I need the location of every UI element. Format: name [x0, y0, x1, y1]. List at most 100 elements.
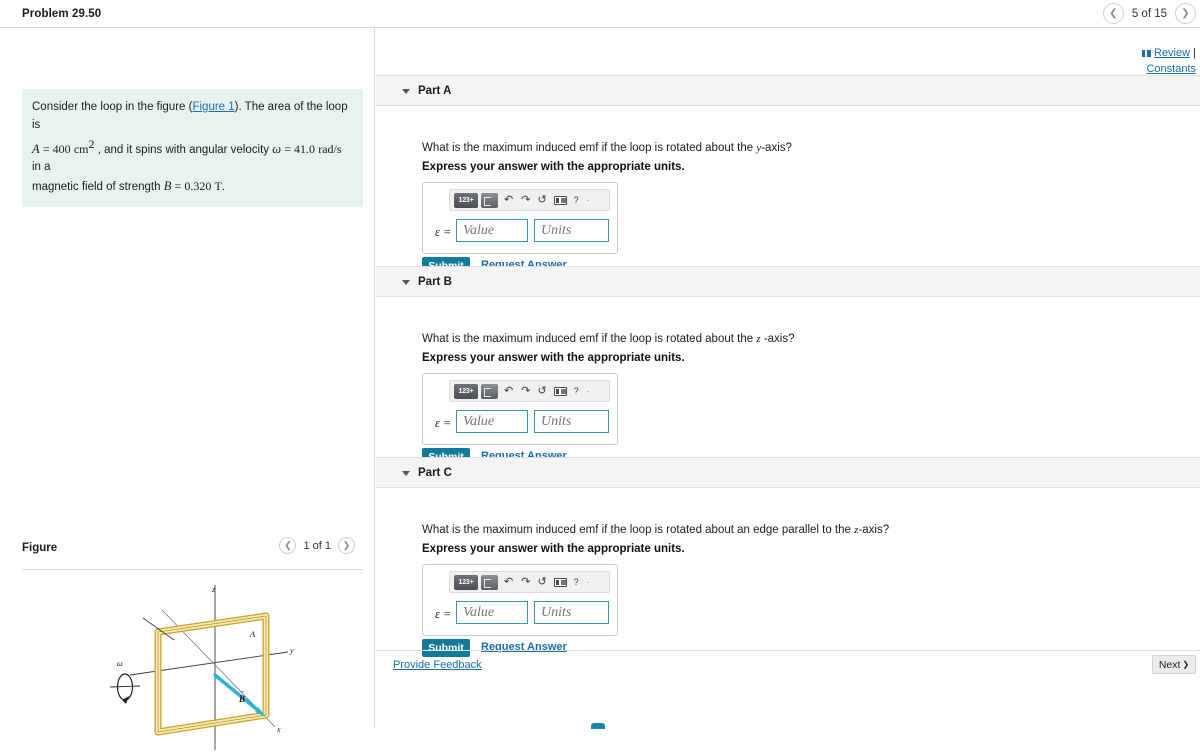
area-symbol: A [32, 141, 40, 156]
review-link[interactable]: Review [1154, 47, 1190, 59]
part-a-title: Part A [418, 85, 452, 97]
part-b-value-input[interactable] [456, 410, 528, 433]
part-c-math-toolbar: 123+ ↶ ↷ ↺ ? · [449, 571, 610, 593]
undo-icon[interactable]: ↶ [504, 576, 513, 588]
template-icon[interactable] [481, 383, 498, 399]
help-icon[interactable]: ? [574, 195, 579, 205]
part-b-answer-box: 123+ ↶ ↷ ↺ ? · ε = [422, 373, 618, 445]
redo-icon[interactable]: ↷ [521, 194, 530, 206]
review-constants-block: Review | Constants [1142, 46, 1196, 78]
prev-problem-button[interactable]: ❮ [1102, 3, 1124, 24]
undo-icon[interactable]: ↶ [504, 385, 513, 397]
part-b-instruction: Express your answer with the appropriate… [422, 352, 685, 364]
axis-label-x: x [276, 725, 281, 734]
b-equation: = 0.320 [174, 179, 212, 194]
bottom-indicator [591, 723, 605, 729]
more-options-icon[interactable]: · [587, 195, 590, 205]
help-icon[interactable]: ? [574, 577, 579, 587]
part-c-units-input[interactable] [534, 601, 609, 624]
axis-label-y: y [289, 646, 294, 655]
part-c-request-answer-link[interactable]: Request Answer [481, 641, 567, 653]
next-button-label: Next [1158, 658, 1181, 671]
b-unit: T [214, 179, 222, 194]
part-a-collapse-caret[interactable] [402, 89, 410, 94]
keyboard-icon[interactable] [553, 577, 567, 587]
part-c-epsilon-label: ε = [435, 607, 452, 621]
review-separator: | [1193, 47, 1196, 59]
omega-rotation-indicator [109, 673, 141, 704]
part-a-header[interactable]: Part A [376, 75, 1200, 106]
chevron-right-icon: ❯ [1182, 660, 1190, 669]
figure-prev-button[interactable]: ❮ [279, 537, 297, 554]
part-c-question-suffix: -axis? [858, 524, 890, 536]
part-c-collapse-caret[interactable] [402, 471, 410, 476]
more-options-icon[interactable]: · [587, 577, 590, 587]
part-a-question-suffix: -axis? [761, 142, 792, 154]
part-c-answer-box: 123+ ↶ ↷ ↺ ? · ε = [422, 564, 618, 636]
figure-next-button[interactable]: ❯ [338, 537, 355, 554]
problem-pager: ❮ 5 of 15 ❯ [1102, 3, 1196, 24]
template-icon[interactable] [481, 574, 498, 590]
provide-feedback-link[interactable]: Provide Feedback [393, 659, 482, 671]
redo-icon[interactable]: ↷ [521, 385, 530, 397]
page-title: Problem 29.50 [22, 8, 102, 20]
figure-counter: 1 of 1 [303, 539, 331, 552]
part-a-value-input[interactable] [456, 219, 528, 242]
reset-icon[interactable]: ↺ [537, 385, 546, 397]
part-c-instruction: Express your answer with the appropriate… [422, 543, 685, 555]
footer-divider [376, 650, 1200, 651]
numeric-keypad-icon[interactable]: 123+ [454, 192, 478, 208]
left-panel: Consider the loop in the figure (Figure … [0, 28, 375, 750]
figure-title: Figure [22, 542, 58, 554]
part-b-epsilon-label: ε = [435, 416, 452, 430]
in-a-text: in a [32, 161, 51, 174]
part-c-question: What is the maximum induced emf if the l… [422, 524, 889, 536]
b-vector-arrow-accent: → [238, 687, 245, 695]
next-button[interactable]: Next ❯ [1152, 655, 1196, 674]
part-c-submit-button[interactable]: Submit [422, 639, 470, 657]
b-symbol: B [163, 179, 172, 194]
top-bar: Problem 29.50 ❮ 5 of 15 ❯ [0, 0, 1200, 28]
numeric-keypad-icon[interactable]: 123+ [454, 383, 478, 399]
template-icon[interactable] [481, 192, 498, 208]
figure-divider [22, 569, 363, 570]
field-text: magnetic field of strength [32, 181, 161, 194]
loop-diagram-svg: z y x B → A ω [109, 585, 294, 750]
part-b-title: Part B [418, 276, 452, 288]
part-a-units-input[interactable] [534, 219, 609, 242]
part-b-units-input[interactable] [534, 410, 609, 433]
figure-image: z y x B → A ω [22, 580, 363, 756]
problem-statement: Consider the loop in the figure (Figure … [22, 89, 363, 207]
constants-link[interactable]: Constants [1146, 63, 1196, 75]
figure-pager: ❮ 1 of 1 ❯ [279, 537, 355, 554]
numeric-keypad-icon[interactable]: 123+ [454, 574, 478, 590]
part-b-question-axis: z [756, 333, 761, 345]
reset-icon[interactable]: ↺ [537, 194, 546, 206]
area-exponent: 2 [88, 136, 95, 151]
redo-icon[interactable]: ↷ [521, 576, 530, 588]
reset-icon[interactable]: ↺ [537, 576, 546, 588]
b-vector-label: B [238, 694, 245, 704]
part-a-epsilon-label: ε = [435, 225, 452, 239]
keyboard-icon[interactable] [553, 195, 567, 205]
part-a-question-prefix: What is the maximum induced emf if the l… [422, 142, 754, 154]
statement-period: . [221, 181, 226, 194]
undo-icon[interactable]: ↶ [504, 194, 513, 206]
problem-counter: 5 of 15 [1131, 7, 1167, 20]
keyboard-icon[interactable] [553, 386, 567, 396]
more-options-icon[interactable]: · [587, 386, 590, 396]
next-problem-button[interactable]: ❯ [1175, 3, 1196, 24]
part-a-math-toolbar: 123+ ↶ ↷ ↺ ? · [449, 189, 610, 211]
part-c-value-input[interactable] [456, 601, 528, 624]
area-equation: = 400 [42, 141, 71, 156]
part-a-question: What is the maximum induced emf if the l… [422, 142, 792, 154]
part-b-collapse-caret[interactable] [402, 280, 410, 285]
part-b-question-suffix: -axis? [763, 333, 795, 345]
part-c-header[interactable]: Part C [376, 457, 1200, 488]
figure-1-link[interactable]: Figure 1 [192, 101, 234, 113]
figure-header: Figure ❮ 1 of 1 ❯ [22, 537, 363, 570]
help-icon[interactable]: ? [574, 386, 579, 396]
omega-label: ω [117, 659, 123, 668]
part-b-header[interactable]: Part B [376, 266, 1200, 297]
part-b-question-prefix: What is the maximum induced emf if the l… [422, 333, 754, 345]
